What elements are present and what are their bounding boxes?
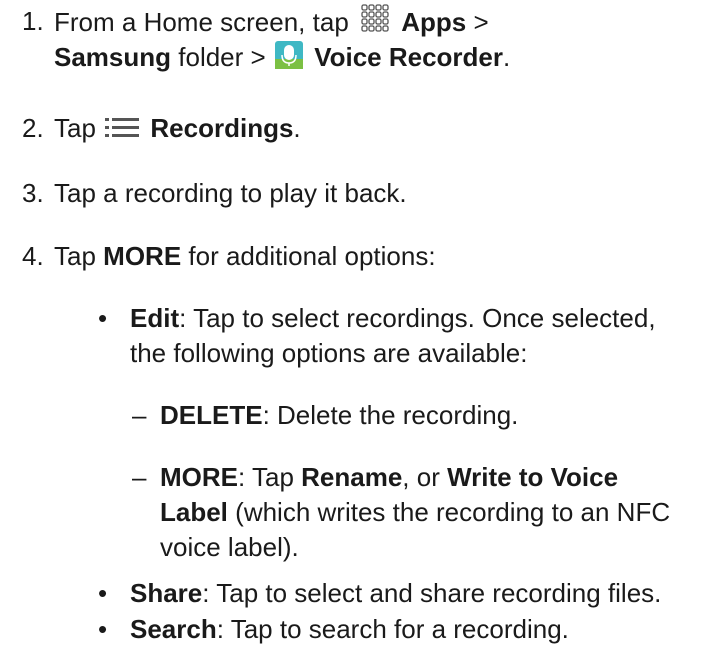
step-text: Tap bbox=[54, 113, 96, 143]
search-label: Search bbox=[130, 614, 217, 644]
option-text: the following options are available: bbox=[130, 338, 528, 368]
step-text: folder > bbox=[178, 42, 266, 72]
suboption-text: : Tap bbox=[238, 462, 294, 492]
share-label: Share bbox=[130, 578, 203, 608]
option-text: : Tap to search for a recording. bbox=[216, 614, 569, 644]
step-text: Tap a recording to play it back. bbox=[54, 178, 407, 208]
delete-label: DELETE bbox=[160, 400, 263, 430]
rename-label: Rename bbox=[301, 462, 403, 492]
suboption-text: voice label). bbox=[160, 532, 299, 562]
option-text: : Tap to select and share recording file… bbox=[202, 578, 662, 608]
write-to-voice-label: Label bbox=[160, 497, 228, 527]
microphone-app-icon bbox=[274, 41, 303, 77]
bullet: • bbox=[98, 614, 108, 644]
period: . bbox=[503, 42, 511, 72]
step-number: 4. bbox=[22, 241, 44, 271]
apps-label: Apps bbox=[401, 7, 467, 37]
suboption-text: (which writes the recording to an NFC bbox=[235, 497, 671, 527]
step-text: From a Home screen, tap bbox=[54, 7, 349, 37]
suboption-text: , or bbox=[402, 462, 440, 492]
suboption-text: : Delete the recording. bbox=[262, 400, 519, 430]
samsung-label: Samsung bbox=[54, 42, 172, 72]
apps-grid-icon bbox=[358, 4, 390, 42]
option-text: : Tap to select recordings. Once selecte… bbox=[179, 303, 656, 333]
step-text: Tap bbox=[54, 241, 96, 271]
step-text: for additional options: bbox=[188, 241, 436, 271]
more-label: MORE bbox=[103, 241, 182, 271]
separator: > bbox=[473, 7, 489, 37]
period: . bbox=[293, 113, 301, 143]
bullet: • bbox=[98, 578, 108, 608]
instructions-page: 1. From a Home screen, tap Apps > Samsun… bbox=[0, 0, 704, 644]
recordings-label: Recordings bbox=[150, 113, 294, 143]
edit-label: Edit bbox=[130, 303, 180, 333]
step-number: 1. bbox=[22, 6, 44, 36]
bullet: • bbox=[98, 303, 108, 333]
dash: – bbox=[132, 400, 147, 430]
list-icon bbox=[105, 114, 140, 148]
step-number: 3. bbox=[22, 178, 44, 208]
dash: – bbox=[132, 462, 147, 492]
more-label: MORE bbox=[160, 462, 238, 492]
voice-recorder-label: Voice Recorder bbox=[314, 42, 504, 72]
step-number: 2. bbox=[22, 113, 44, 143]
write-to-voice-label: Write to Voice bbox=[447, 462, 619, 492]
